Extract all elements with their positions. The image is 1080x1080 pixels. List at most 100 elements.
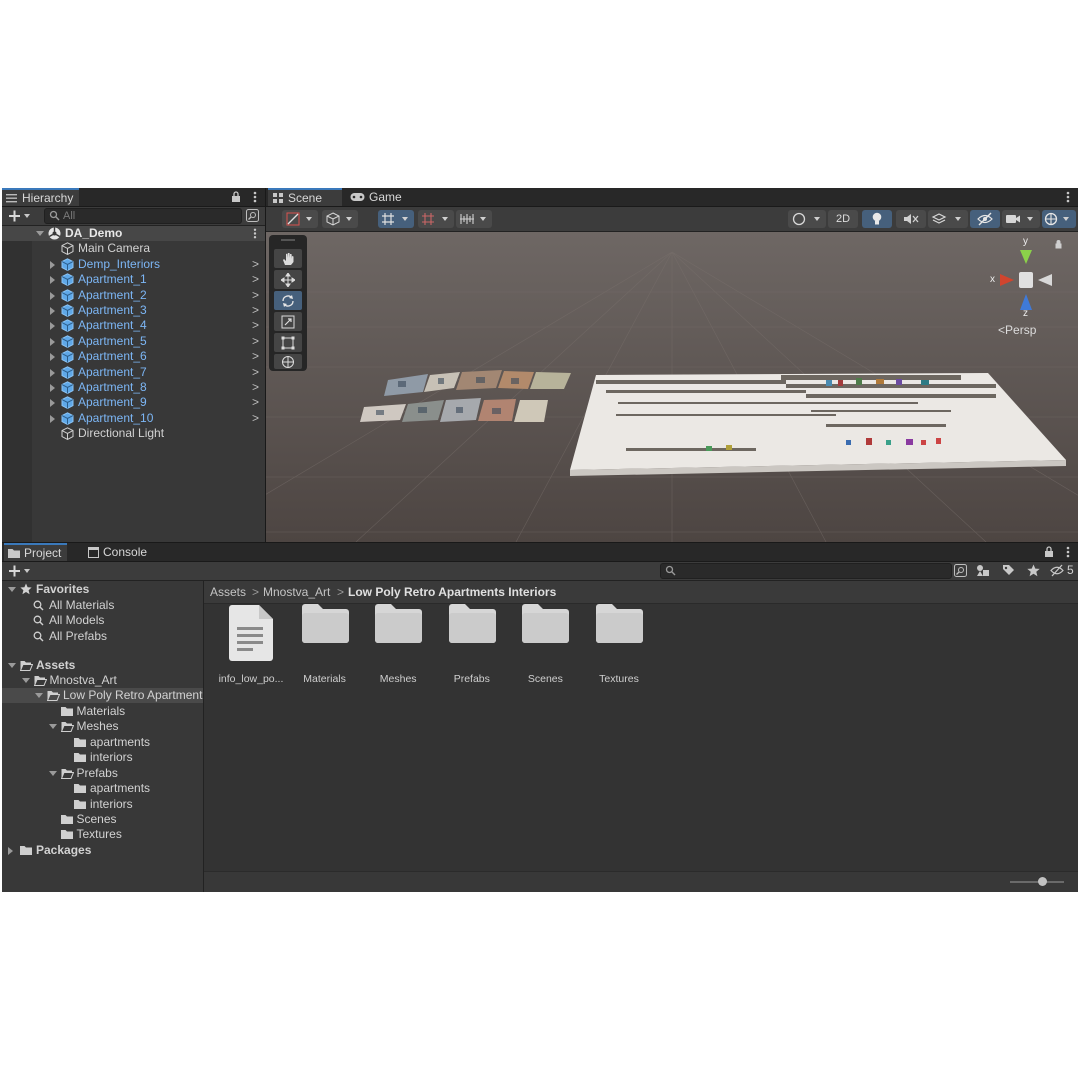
expand-arrow-icon[interactable] (50, 353, 55, 362)
align-button[interactable] (456, 210, 492, 228)
favorite-item[interactable]: All Materials (2, 598, 203, 613)
hierarchy-item[interactable]: Apartment_5 > (2, 334, 265, 349)
folder-tree-item[interactable]: Scenes (2, 812, 203, 827)
folder-tree-item[interactable]: apartments (2, 735, 203, 750)
folder-tree-item[interactable]: Materials (2, 704, 203, 719)
lighting-toggle-button[interactable] (862, 210, 892, 228)
expand-arrow-icon[interactable] (50, 276, 55, 285)
filter-by-type-icon[interactable] (976, 564, 990, 577)
filter-by-label-icon[interactable] (1002, 564, 1015, 577)
expand-arrow-icon[interactable] (50, 414, 55, 423)
folder-tree-item[interactable]: Packages (2, 843, 203, 858)
scene-visibility-button[interactable] (970, 210, 1000, 228)
project-search-input[interactable] (660, 563, 952, 579)
more-options-icon[interactable] (253, 191, 257, 203)
folder-tree-item[interactable]: apartments (2, 781, 203, 796)
expand-arrow-icon[interactable] (48, 770, 57, 776)
slider-thumb[interactable] (1038, 877, 1047, 886)
hand-tool-button[interactable] (274, 249, 302, 268)
expand-arrow-icon[interactable] (36, 231, 44, 236)
scene-row[interactable]: DA_Demo (2, 226, 265, 241)
expand-arrow-icon[interactable] (8, 662, 16, 668)
increment-snap-button[interactable] (418, 210, 454, 228)
folder-tree-item[interactable]: Prefabs (2, 766, 203, 781)
expand-arrow-icon[interactable] (50, 384, 55, 392)
scene-menu-icon[interactable] (253, 228, 257, 239)
open-prefab-chevron-icon[interactable]: > (252, 334, 259, 349)
projection-toggle[interactable]: <Persp (998, 323, 1036, 337)
open-prefab-chevron-icon[interactable]: > (252, 288, 259, 303)
scene-viewport[interactable]: y x z <Persp (266, 232, 1078, 542)
expand-arrow-icon[interactable] (8, 587, 16, 592)
hidden-packages-icon[interactable] (1050, 564, 1064, 577)
rect-tool-button[interactable] (274, 333, 302, 352)
lock-icon[interactable] (231, 191, 241, 203)
hierarchy-search-input[interactable]: All (44, 208, 242, 224)
expand-arrow-icon[interactable] (50, 337, 55, 346)
audio-toggle-button[interactable] (896, 210, 926, 228)
expand-arrow-icon[interactable] (8, 846, 13, 855)
search-by-type-icon[interactable] (954, 564, 967, 577)
hierarchy-item[interactable]: Apartment_8 > (2, 380, 265, 395)
create-asset-button[interactable] (9, 564, 31, 578)
expand-arrow-icon[interactable] (50, 368, 55, 377)
tab-hierarchy[interactable]: Hierarchy (2, 188, 80, 206)
effects-button[interactable] (928, 210, 968, 228)
expand-arrow-icon[interactable] (35, 693, 43, 699)
more-options-icon[interactable] (1066, 546, 1070, 558)
icon-size-slider[interactable] (1010, 877, 1064, 886)
tab-project[interactable]: Project (4, 543, 68, 561)
expand-arrow-icon[interactable] (50, 322, 55, 331)
hierarchy-item[interactable]: Demp_Interiors > (2, 257, 265, 272)
hierarchy-item[interactable]: Apartment_10 > (2, 411, 265, 426)
hierarchy-item[interactable]: Apartment_4 > (2, 318, 265, 333)
open-prefab-chevron-icon[interactable]: > (252, 303, 259, 318)
render-mode-button[interactable] (322, 210, 358, 228)
open-prefab-chevron-icon[interactable]: > (252, 318, 259, 333)
expand-arrow-icon[interactable] (50, 260, 55, 269)
tab-console[interactable]: Console (84, 543, 153, 561)
open-prefab-chevron-icon[interactable]: > (252, 349, 259, 364)
expand-arrow-icon[interactable] (50, 291, 55, 300)
open-prefab-chevron-icon[interactable]: > (252, 272, 259, 287)
orientation-gizmo[interactable]: y x z <Persp (986, 236, 1066, 338)
folder-tree-item[interactable]: Mnostva_Art (2, 673, 203, 688)
open-prefab-chevron-icon[interactable]: > (252, 395, 259, 410)
favorite-item[interactable]: All Models (2, 613, 203, 628)
toolstrip-handle[interactable] (281, 239, 295, 241)
breadcrumb-mnostva[interactable]: Mnostva_Art (263, 581, 330, 603)
folder-tree-item[interactable]: Meshes (2, 719, 203, 734)
hierarchy-item[interactable]: Apartment_1 > (2, 272, 265, 287)
expand-arrow-icon[interactable] (50, 307, 55, 315)
open-prefab-chevron-icon[interactable]: > (252, 257, 259, 272)
lock-icon[interactable] (1044, 546, 1054, 558)
grid-snap-button[interactable] (378, 210, 414, 228)
tab-game[interactable]: Game (346, 188, 408, 206)
hierarchy-item[interactable]: Apartment_3 > (2, 303, 265, 318)
folder-tree-item[interactable]: interiors (2, 797, 203, 812)
more-options-icon[interactable] (1066, 191, 1070, 203)
favorite-star-icon[interactable] (1027, 564, 1040, 577)
camera-effects-button[interactable] (788, 210, 826, 228)
scale-tool-button[interactable] (274, 312, 302, 331)
open-prefab-chevron-icon[interactable]: > (252, 411, 259, 426)
create-add-button[interactable] (9, 209, 31, 223)
favorites-row[interactable]: Favorites (2, 582, 203, 597)
transform-tool-button[interactable] (274, 354, 302, 369)
scene-camera-button[interactable] (1002, 210, 1040, 228)
folder-tree-item[interactable]: interiors (2, 750, 203, 765)
expand-arrow-icon[interactable] (48, 724, 57, 730)
open-prefab-chevron-icon[interactable]: > (252, 380, 259, 395)
search-by-type-icon[interactable] (246, 209, 259, 222)
hierarchy-item[interactable]: Apartment_2 > (2, 288, 265, 303)
toggle-2d-button[interactable]: 2D (828, 210, 858, 228)
folder-tree-item[interactable]: Textures (2, 827, 203, 842)
open-prefab-chevron-icon[interactable]: > (252, 365, 259, 380)
hierarchy-item[interactable]: Directional Light (2, 426, 265, 441)
hierarchy-item[interactable]: Apartment_6 > (2, 349, 265, 364)
hierarchy-item[interactable]: Apartment_9 > (2, 395, 265, 410)
hierarchy-item[interactable]: Main Camera (2, 241, 265, 256)
favorite-item[interactable]: All Prefabs (2, 629, 203, 644)
folder-tree-item[interactable]: Low Poly Retro Apartment (2, 688, 203, 704)
move-tool-button[interactable] (274, 270, 302, 289)
